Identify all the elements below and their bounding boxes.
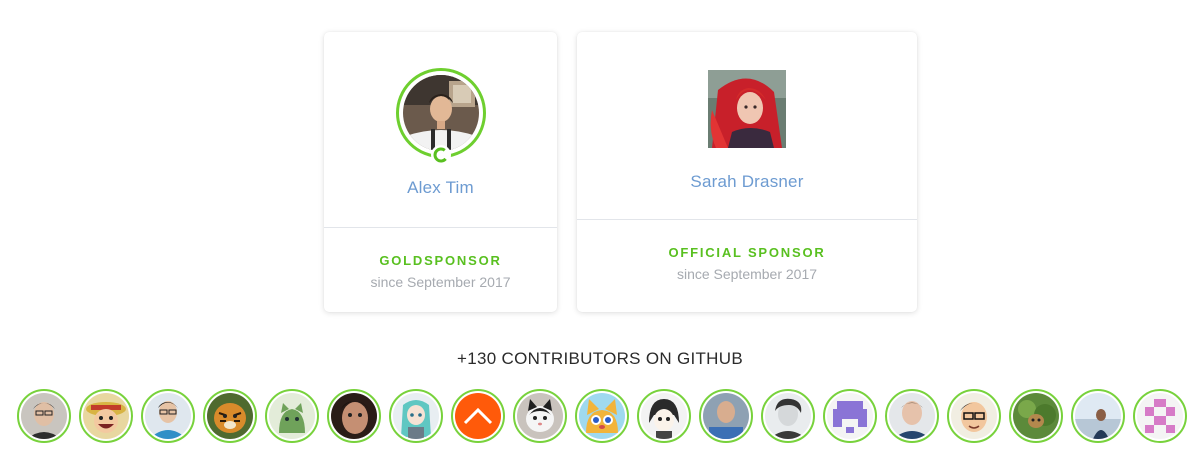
contributors-heading: +130 CONTRIBUTORS ON GITHUB (457, 349, 743, 368)
sponsor-since-text: since September 2017 (676, 266, 818, 282)
contributor-avatar[interactable] (389, 389, 443, 443)
contributor-avatar[interactable] (327, 389, 381, 443)
sponsors-section: Alex Tim GOLDSPONSOR since September 201… (0, 0, 1200, 449)
identicon-pink-icon (1137, 393, 1183, 439)
person-photo-icon (703, 393, 749, 439)
contributor-avatar[interactable] (1009, 389, 1063, 443)
tiger-icon (207, 393, 253, 439)
anime-character-icon (393, 393, 439, 439)
sponsor-card-sarah-drasner[interactable]: Sarah Drasner OFFICIAL SPONSOR since Sep… (577, 32, 917, 312)
contributor-avatar[interactable] (1071, 389, 1125, 443)
sponsor-avatar-photo (403, 75, 479, 151)
sponsor-tier-label: OFFICIAL SPONSOR (668, 245, 826, 260)
contributor-avatar[interactable] (513, 389, 567, 443)
sponsor-since-text: since September 2017 (370, 274, 511, 290)
person-photo-icon (331, 393, 377, 439)
contributor-avatar[interactable] (699, 389, 753, 443)
identicon-purple-icon (827, 393, 873, 439)
contributor-avatar[interactable] (947, 389, 1001, 443)
sponsor-avatar-ring[interactable] (396, 68, 486, 165)
sponsor-badge-icon (431, 145, 451, 165)
contributor-avatar[interactable] (885, 389, 939, 443)
contributor-avatar[interactable] (79, 389, 133, 443)
person-photo-icon (403, 75, 479, 151)
person-photo-icon (708, 70, 786, 148)
sponsor-card-header: Alex Tim (324, 32, 557, 228)
sponsor-card-footer: OFFICIAL SPONSOR since September 2017 (577, 220, 917, 312)
contributor-avatar[interactable] (141, 389, 195, 443)
contributor-avatar[interactable] (1133, 389, 1187, 443)
nature-photo-icon (1013, 393, 1059, 439)
contributor-avatar[interactable] (823, 389, 877, 443)
cartoon-cat-icon (269, 393, 315, 439)
sponsor-card-alex-tim[interactable]: Alex Tim GOLDSPONSOR since September 201… (324, 32, 557, 312)
sponsor-name[interactable]: Sarah Drasner (577, 172, 917, 192)
contributor-avatar[interactable] (637, 389, 691, 443)
person-photo-icon (889, 393, 935, 439)
sponsor-tier-label: GOLDSPONSOR (379, 253, 502, 268)
person-sketch-icon (765, 393, 811, 439)
contributor-avatar[interactable] (203, 389, 257, 443)
person-photo-icon (145, 393, 191, 439)
cartoon-pirate-icon (83, 393, 129, 439)
contributor-avatar[interactable] (761, 389, 815, 443)
cartoon-person-icon (951, 393, 997, 439)
sponsor-card-footer: GOLDSPONSOR since September 2017 (324, 228, 557, 312)
cartoon-cat-icon (579, 393, 625, 439)
sponsor-avatar-photo[interactable] (708, 70, 786, 148)
sponsor-name[interactable]: Alex Tim (324, 178, 557, 198)
contributor-avatar[interactable] (575, 389, 629, 443)
cat-photo-icon (517, 393, 563, 439)
person-photo-icon (1075, 393, 1121, 439)
orange-chevron-logo-icon (455, 393, 501, 439)
contributor-avatar[interactable] (265, 389, 319, 443)
manga-character-icon (641, 393, 687, 439)
sponsor-card-header: Sarah Drasner (577, 32, 917, 220)
contributor-avatar[interactable] (451, 389, 505, 443)
person-photo-icon (21, 393, 67, 439)
contributor-avatar[interactable] (17, 389, 71, 443)
